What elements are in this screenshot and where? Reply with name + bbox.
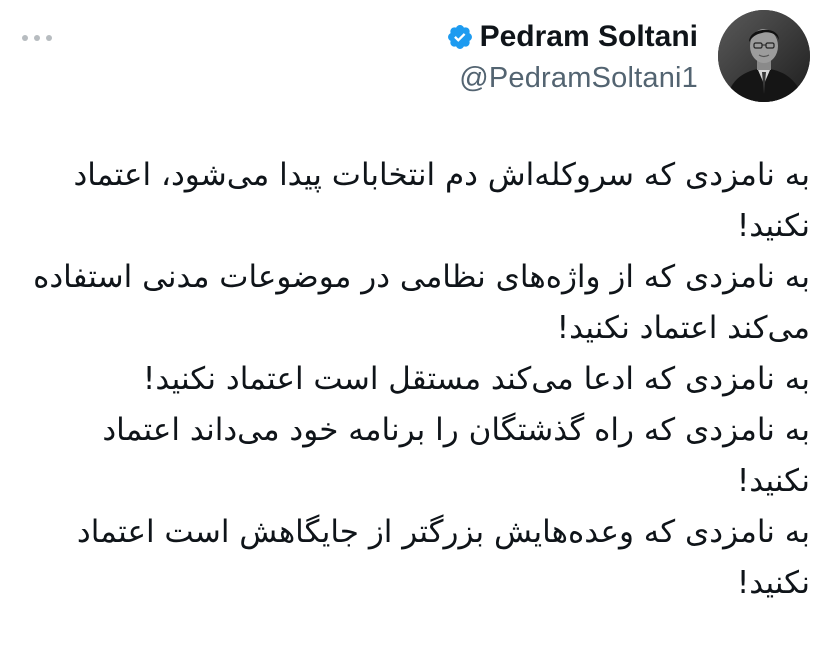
more-dot (46, 35, 52, 41)
verified-badge-icon (447, 25, 472, 49)
more-options-button[interactable] (22, 28, 52, 48)
more-dot (22, 35, 28, 41)
tweet-text: به نامزدی که سروکله‌اش دم انتخابات پیدا … (20, 150, 810, 609)
author-display-name[interactable]: Pedram Soltani (480, 20, 698, 54)
tweet-paragraph: به نامزدی که وعده‌هایش بزرگتر از جایگاهش… (76, 514, 810, 601)
tweet-paragraph: به نامزدی که سروکله‌اش دم انتخابات پیدا … (73, 157, 810, 244)
author-handle[interactable]: @PedramSoltani1 (446, 62, 698, 95)
author-name-row: Pedram Soltani (446, 14, 698, 60)
tweet-author: Pedram Soltani @PedramSoltani1 (446, 14, 698, 95)
more-dot (34, 35, 40, 41)
tweet-paragraph: به نامزدی که از واژه‌های نظامی در موضوعا… (33, 259, 810, 346)
avatar[interactable] (718, 10, 810, 102)
tweet-paragraph: به نامزدی که راه گذشتگان را برنامه خود م… (102, 412, 810, 499)
tweet-paragraph: به نامزدی که ادعا می‌کند مستقل است اعتما… (142, 361, 810, 397)
avatar-photo (718, 10, 810, 102)
